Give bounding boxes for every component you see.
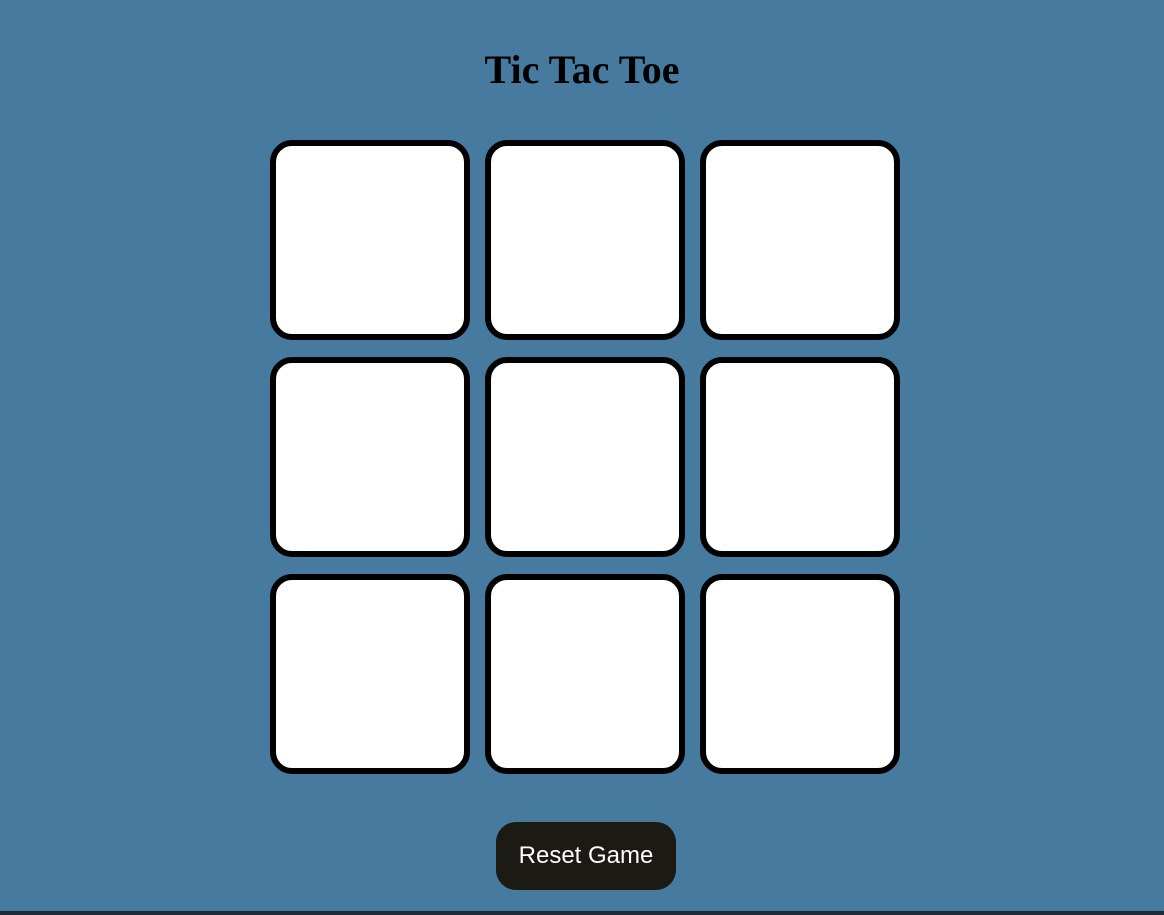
board-cell-9[interactable] bbox=[700, 574, 900, 774]
window-bottom-edge bbox=[0, 911, 1164, 915]
board-cell-6[interactable] bbox=[700, 357, 900, 557]
board-cell-7[interactable] bbox=[270, 574, 470, 774]
board-cell-5[interactable] bbox=[485, 357, 685, 557]
reset-game-button[interactable]: Reset Game bbox=[496, 822, 676, 890]
board-cell-1[interactable] bbox=[270, 140, 470, 340]
board-cell-8[interactable] bbox=[485, 574, 685, 774]
board-cell-2[interactable] bbox=[485, 140, 685, 340]
game-board bbox=[270, 140, 902, 774]
board-cell-4[interactable] bbox=[270, 357, 470, 557]
board-cell-3[interactable] bbox=[700, 140, 900, 340]
page-title: Tic Tac Toe bbox=[484, 47, 680, 92]
